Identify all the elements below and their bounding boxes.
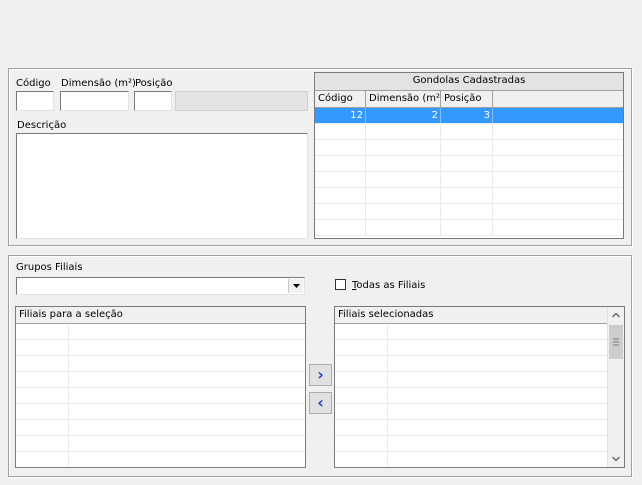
chevron-up-icon[interactable] bbox=[608, 307, 624, 324]
descricao-label: Descrição bbox=[17, 120, 67, 131]
column-header-codigo[interactable]: Código bbox=[315, 91, 366, 107]
codigo-input[interactable] bbox=[16, 91, 54, 111]
cell-codigo: 12 bbox=[315, 108, 366, 123]
grupos-filiais-select[interactable] bbox=[16, 277, 305, 295]
add-filial-button[interactable]: › bbox=[309, 364, 332, 386]
posicao-input[interactable] bbox=[134, 91, 172, 111]
column-header-dimensao[interactable]: Dimensão (m²) bbox=[366, 91, 441, 107]
posicao-label: Posição bbox=[135, 78, 173, 89]
filiais-disponiveis-header: Filiais para a seleção bbox=[16, 307, 305, 324]
chevron-right-icon: › bbox=[317, 365, 324, 384]
posicao-description-field bbox=[175, 91, 308, 111]
codigo-label: Código bbox=[16, 78, 51, 89]
column-header-filiais-selecionadas[interactable]: Filiais selecionadas bbox=[335, 307, 607, 323]
scrollbar-thumb[interactable] bbox=[609, 325, 623, 359]
todas-filiais-label-rest: odas as Filiais bbox=[356, 280, 426, 291]
dimensao-label: Dimensão (m²) bbox=[61, 78, 136, 89]
todas-filiais-checkbox[interactable] bbox=[335, 279, 346, 290]
chevron-down-icon[interactable] bbox=[608, 450, 624, 467]
dimensao-input[interactable] bbox=[60, 91, 129, 111]
vertical-scrollbar[interactable] bbox=[607, 307, 624, 467]
column-header-filiais-selecao[interactable]: Filiais para a seleção bbox=[16, 307, 305, 323]
table-row[interactable]: 12 2 3 bbox=[315, 108, 623, 124]
grupos-filiais-label: Grupos Filiais bbox=[16, 262, 83, 273]
todas-filiais-label[interactable]: Todas as Filiais bbox=[352, 280, 425, 292]
descricao-textarea[interactable] bbox=[16, 133, 308, 239]
filiais-selecionadas-header: Filiais selecionadas bbox=[335, 307, 607, 324]
remove-filial-button[interactable]: ‹ bbox=[309, 392, 332, 414]
filiais-selecionadas-grid[interactable]: Filiais selecionadas bbox=[334, 306, 625, 468]
cell-posicao: 3 bbox=[441, 108, 493, 123]
cell-dimensao: 2 bbox=[366, 108, 441, 123]
chevron-left-icon: ‹ bbox=[317, 393, 324, 412]
column-header-posicao[interactable]: Posição bbox=[441, 91, 493, 107]
gondolas-grid-header: Código Dimensão (m²) Posição bbox=[315, 91, 623, 108]
chevron-down-icon[interactable] bbox=[288, 279, 303, 293]
gondolas-grid[interactable]: Gondolas Cadastradas Código Dimensão (m²… bbox=[314, 72, 624, 239]
gondolas-grid-title: Gondolas Cadastradas bbox=[315, 73, 623, 91]
filiais-disponiveis-grid[interactable]: Filiais para a seleção bbox=[15, 306, 306, 468]
